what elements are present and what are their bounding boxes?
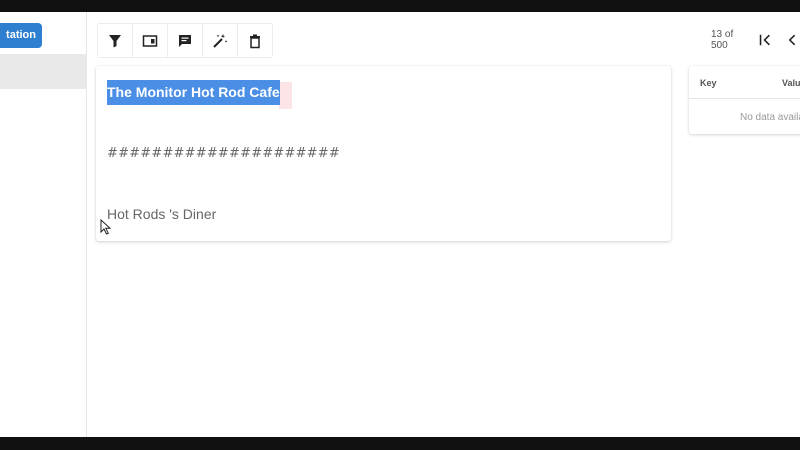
delete-icon [250, 34, 260, 48]
document-title[interactable]: The Monitor Hot Rod Cafe [107, 80, 280, 105]
pagination: 13 of 500 [700, 29, 800, 51]
first-page-button[interactable] [757, 31, 773, 49]
document-divider-text[interactable]: ##################### [107, 146, 340, 161]
layout-icon [142, 34, 158, 47]
key-value-table: Key Value No data available [689, 66, 800, 134]
table-header-key[interactable]: Key [700, 78, 717, 88]
first-page-icon [760, 34, 771, 46]
toolbar [97, 23, 273, 58]
filter-button[interactable] [98, 24, 133, 57]
comment-button[interactable] [168, 24, 203, 57]
filter-icon [109, 34, 121, 47]
magic-wand-button[interactable] [203, 24, 238, 57]
empty-table-message: No data available [740, 112, 800, 123]
chevron-left-icon [788, 34, 795, 46]
table-header-value[interactable]: Value [782, 78, 800, 88]
previous-page-button[interactable] [784, 31, 800, 49]
layout-button[interactable] [133, 24, 168, 57]
comment-icon [179, 34, 191, 47]
sidebar: tation [0, 12, 87, 437]
delete-button[interactable] [238, 24, 272, 57]
annotation-button[interactable]: tation [0, 23, 42, 48]
pagination-text: 13 of 500 [711, 29, 734, 51]
bottom-black-bar [0, 437, 800, 450]
table-divider [689, 98, 800, 99]
sidebar-item-selected[interactable] [0, 54, 86, 89]
mouse-cursor-icon [100, 219, 112, 235]
top-black-bar [0, 0, 800, 12]
document-card[interactable]: The Monitor Hot Rod Cafe ###############… [96, 66, 671, 241]
selection-ghost [279, 82, 292, 109]
document-body-text[interactable]: Hot Rods 's Diner [107, 206, 216, 222]
magic-wand-icon [213, 33, 228, 48]
